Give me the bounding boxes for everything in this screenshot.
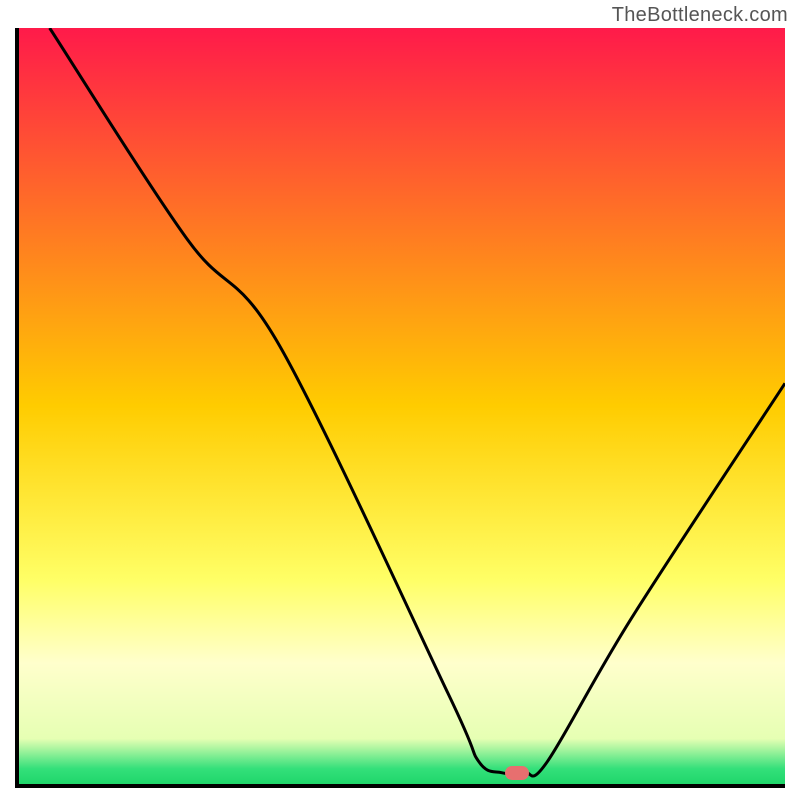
- plot-area: [19, 28, 785, 784]
- chart-axes: [15, 28, 785, 788]
- gradient-background: [19, 28, 785, 784]
- chart-svg: [19, 28, 785, 784]
- optimal-marker: [505, 766, 529, 780]
- watermark-text: TheBottleneck.com: [612, 4, 788, 27]
